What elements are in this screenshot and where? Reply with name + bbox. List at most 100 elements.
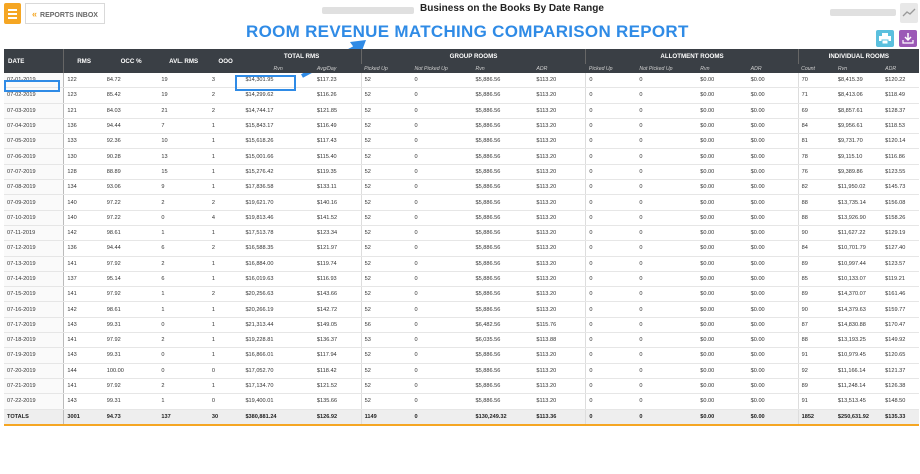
table-cell: 52	[360, 347, 412, 364]
table-row[interactable]: 07-06-2019 130 90.28 13 1 $15,001.66 $115.40 52…	[4, 148, 919, 165]
table-cell: 87	[797, 317, 835, 334]
table-cell: $9,115.10	[834, 148, 883, 165]
col-allotment-rooms[interactable]: ALLOTMENT ROOMS	[585, 49, 799, 64]
table-row[interactable]: 07-18-2019 141 97.92 2 1 $19,228.81 $136.37 53 0…	[4, 332, 919, 349]
table-row[interactable]: 07-10-2019 140 97.22 0 4 $19,813.46 $141.52 52 0…	[4, 210, 919, 226]
table-cell: $0.00	[747, 179, 799, 196]
col-occ[interactable]: OCC %	[103, 49, 159, 73]
table-cell: 0	[636, 301, 698, 318]
col-avl-rms[interactable]: AVL. RMS	[158, 49, 209, 73]
table-row[interactable]: 07-09-2019 140 97.22 2 2 $19,621.70 $140.16 52 0…	[4, 194, 919, 211]
table-row[interactable]: 07-22-2019 143 99.31 1 0 $19,400.01 $135.66 52 0…	[4, 393, 919, 410]
col-group-rooms[interactable]: GROUP ROOMS	[360, 49, 586, 64]
table-cell: $11,627.22	[834, 225, 883, 242]
table-cell: 1	[208, 164, 243, 181]
table-cell: 6	[158, 240, 209, 257]
col-individual-rooms[interactable]: INDIVIDUAL ROOMS	[797, 49, 919, 64]
table-cell: $113.20	[533, 225, 586, 242]
table-row[interactable]: 07-20-2019 144 100.00 0 0 $17,052.70 $118.42 52…	[4, 363, 919, 379]
table-cell: 0	[411, 148, 473, 165]
table-row[interactable]: 07-05-2019 133 92.36 10 1 $15,618.26 $117.43 52…	[4, 133, 919, 150]
table-cell: 19	[158, 87, 209, 104]
table-cell: $14,379.63	[834, 301, 883, 318]
table-row[interactable]: 07-01-2019 122 84.72 19 3 $14,301.95 $117.23 52…	[4, 73, 919, 89]
table-cell: $19,621.70	[242, 194, 314, 211]
table-cell: $9,731.70	[834, 133, 883, 150]
table-cell: 94.73	[103, 409, 159, 426]
hamburger-menu-button[interactable]	[4, 3, 21, 24]
table-row[interactable]: 07-21-2019 141 97.92 2 1 $17,134.70 $121.52 52 0…	[4, 378, 919, 395]
table-row[interactable]: 07-03-2019 121 84.03 21 2 $14,744.17 $121.85 52…	[4, 103, 919, 119]
table-cell: 0	[585, 317, 637, 334]
table-cell: $115.76	[533, 317, 586, 334]
table-row[interactable]: 07-02-2019 123 85.42 19 2 $14,299.62 $116.26 52…	[4, 87, 919, 104]
table-cell: $130,249.32	[472, 409, 534, 426]
table-row[interactable]: 07-19-2019 143 99.31 0 1 $16,866.01 $117.94 52 0…	[4, 347, 919, 364]
print-button[interactable]	[876, 30, 894, 47]
table-cell: 0	[585, 256, 637, 272]
table-cell: 0	[411, 240, 473, 257]
table-cell: 0	[411, 73, 473, 89]
table-cell: $113.20	[533, 210, 586, 226]
table-cell: $0.00	[697, 332, 748, 349]
table-row[interactable]: 07-13-2019 141 97.92 2 1 $16,884.00 $119.74 52 0…	[4, 256, 919, 272]
table-cell: $5,886.56	[472, 87, 534, 104]
table-cell: $129.19	[882, 225, 919, 242]
trend-chart-button[interactable]	[900, 3, 918, 23]
table-cell: $115.40	[313, 148, 362, 165]
totals-row[interactable]: TOTALS 3001 94.73 137 30 $380,881.24 $126.92 11…	[4, 409, 919, 426]
table-cell: 52	[360, 301, 412, 318]
table-cell: 137	[158, 409, 209, 426]
table-cell: $0.00	[747, 271, 799, 288]
col-date[interactable]: DATE	[4, 49, 65, 73]
table-cell: $5,886.56	[472, 148, 534, 165]
table-cell: 52	[360, 256, 412, 272]
table-row[interactable]: 07-04-2019 136 94.44 7 1 $15,843.17 $116.49 52 0…	[4, 118, 919, 135]
table-cell: 3001	[63, 409, 104, 426]
table-row[interactable]: 07-11-2019 142 98.61 1 1 $17,513.78 $123.34 52 0…	[4, 225, 919, 242]
row-date: 07-11-2019	[4, 225, 65, 242]
table-cell: $113.20	[533, 118, 586, 135]
table-cell: 0	[411, 378, 473, 395]
table-cell: $5,886.56	[472, 378, 534, 395]
table-cell: $17,134.70	[242, 378, 314, 395]
table-cell: 0	[585, 393, 637, 410]
download-button[interactable]	[899, 30, 917, 47]
table-cell: 0	[411, 363, 473, 379]
table-cell: $0.00	[697, 301, 748, 318]
table-cell: $16,588.35	[242, 240, 314, 257]
table-cell: $113.20	[533, 363, 586, 379]
table-cell: 98.61	[103, 301, 159, 318]
table-cell: 52	[360, 133, 412, 150]
table-cell: 141	[63, 286, 104, 303]
table-cell: 0	[636, 332, 698, 349]
table-cell: 99.31	[103, 347, 159, 364]
table-cell: 30	[208, 409, 243, 426]
table-cell: 0	[411, 118, 473, 135]
table-cell: 93.06	[103, 179, 159, 196]
table-cell: $17,836.58	[242, 179, 314, 196]
highlight-revenue-box	[235, 75, 296, 91]
table-row[interactable]: 07-17-2019 143 99.31 0 1 $21,313.44 $149.05 56 0…	[4, 317, 919, 334]
table-cell: 91	[797, 347, 835, 364]
table-row[interactable]: 07-14-2019 137 95.14 6 1 $16,019.63 $116.93 52 0…	[4, 271, 919, 288]
table-cell: 143	[63, 317, 104, 334]
table-cell: $15,618.26	[242, 133, 314, 150]
table-cell: $0.00	[697, 378, 748, 395]
row-date: 07-14-2019	[4, 271, 65, 288]
table-cell: 0	[158, 317, 209, 334]
table-row[interactable]: 07-15-2019 141 97.92 1 2 $20,256.63 $143.66 52 0…	[4, 286, 919, 303]
col-rms[interactable]: RMS	[63, 49, 104, 73]
reports-inbox-button[interactable]: «REPORTS INBOX	[25, 3, 105, 24]
table-cell: 0	[636, 286, 698, 303]
table-cell: 97.22	[103, 194, 159, 211]
col-total-rms[interactable]: TOTAL RMS	[242, 49, 362, 64]
table-row[interactable]: 07-08-2019 134 93.06 9 1 $17,836.58 $133.11 52 0…	[4, 179, 919, 196]
table-cell: 0	[158, 347, 209, 364]
table-row[interactable]: 07-07-2019 128 88.89 15 1 $15,276.42 $119.35 52…	[4, 164, 919, 181]
row-date: 07-10-2019	[4, 210, 65, 226]
table-row[interactable]: 07-16-2019 142 98.61 1 1 $20,266.19 $142.72 52 0…	[4, 301, 919, 318]
table-cell: 15	[158, 164, 209, 181]
table-row[interactable]: 07-12-2019 136 94.44 6 2 $16,588.35 $121.97 52 0…	[4, 240, 919, 257]
col-ooo[interactable]: OOO	[208, 49, 243, 73]
